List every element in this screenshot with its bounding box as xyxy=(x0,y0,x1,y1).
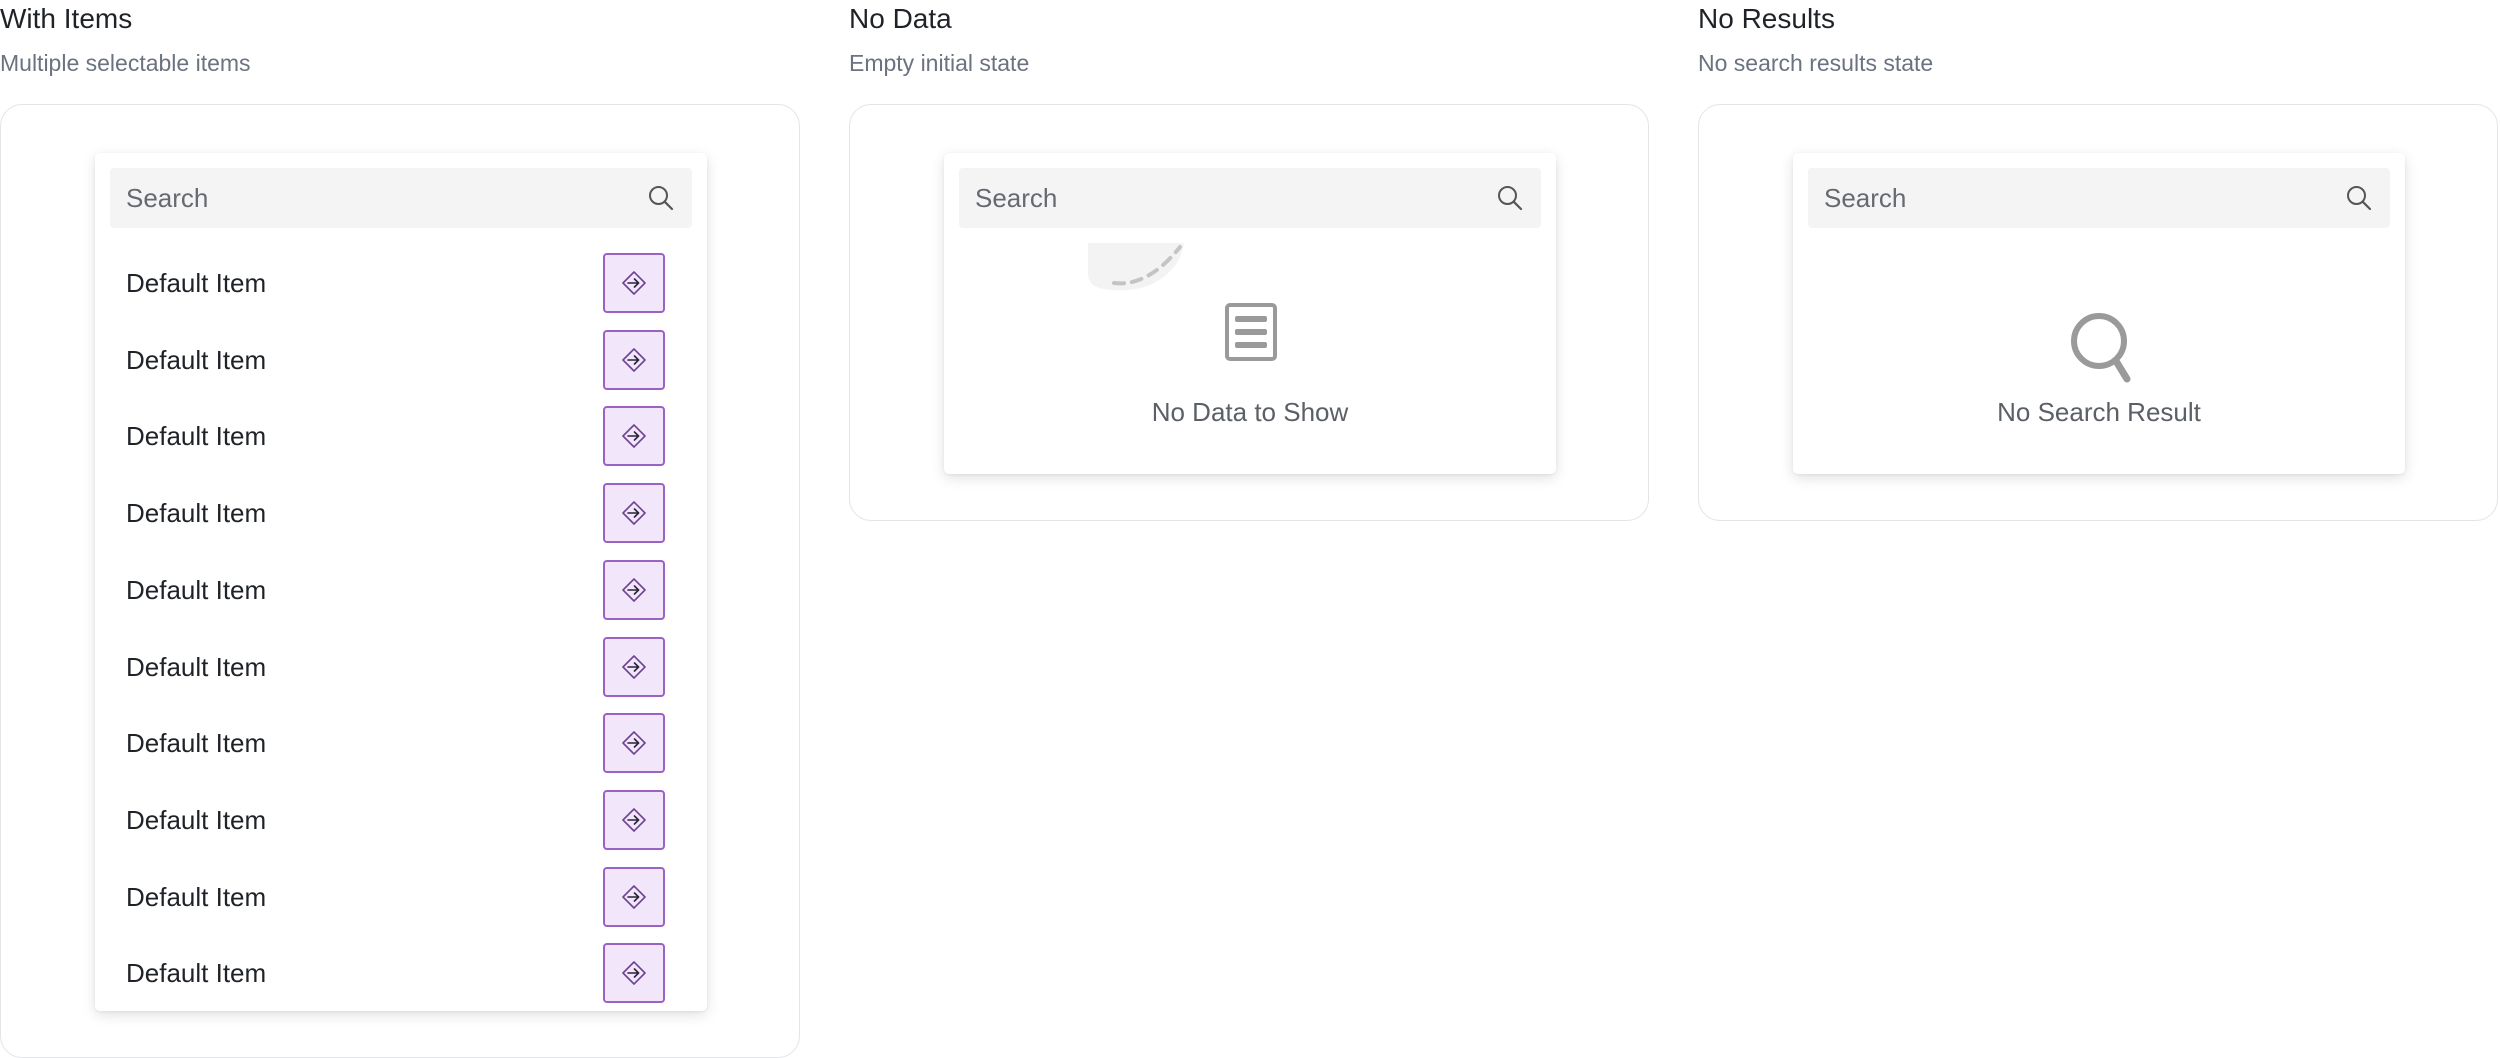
empty-state-message: No Search Result xyxy=(1997,397,2201,427)
document-lines-icon xyxy=(1225,303,1277,361)
select-item-button[interactable] xyxy=(603,866,665,927)
list-item[interactable]: Default Item xyxy=(95,398,707,474)
list-item-label: Default Item xyxy=(126,804,267,835)
list-item[interactable]: Default Item xyxy=(95,859,707,935)
list-item-label: Default Item xyxy=(126,421,267,452)
column-no-results: No Results No search results state No Se… xyxy=(1698,0,2500,521)
search-input[interactable] xyxy=(1808,168,2328,228)
arrow-enter-icon xyxy=(622,501,646,525)
arrow-enter-icon xyxy=(622,884,646,909)
select-item-button[interactable] xyxy=(603,789,665,850)
section-subtitle: No search results state xyxy=(1698,50,1934,76)
empty-panel: No Search Result xyxy=(1793,153,2405,474)
search-box xyxy=(1808,168,2390,228)
list-item-label: Default Item xyxy=(126,574,267,605)
column-no-data: No Data Empty initial state Search No Da… xyxy=(849,0,1651,521)
select-item-button[interactable] xyxy=(603,329,665,390)
list-item[interactable]: Default Item xyxy=(95,629,707,705)
loading-spinner-icon xyxy=(1088,243,1184,291)
list-item-label: Default Item xyxy=(126,958,267,989)
empty-state-message: No Data to Show xyxy=(1151,397,1349,427)
list-item[interactable]: Default Item xyxy=(95,935,707,1011)
select-item-button[interactable] xyxy=(603,253,665,313)
preview-frame: Default Item Default Item Default Item Defa… xyxy=(0,104,800,1058)
list-item[interactable]: Default Item xyxy=(95,475,707,551)
search-input[interactable] xyxy=(959,168,1479,228)
preview-frame: No Data to Show xyxy=(849,104,1649,521)
list-item[interactable]: Default Item xyxy=(95,245,707,321)
select-item-button[interactable] xyxy=(603,713,665,774)
select-item-button[interactable] xyxy=(603,406,665,467)
search-icon[interactable] xyxy=(1495,183,1525,213)
list-item-label: Default Item xyxy=(126,498,267,529)
arrow-enter-icon xyxy=(622,808,646,832)
section-title: With Items xyxy=(0,3,133,34)
search-icon[interactable] xyxy=(646,183,676,213)
select-item-button[interactable] xyxy=(603,483,665,544)
section-subtitle: Multiple selectable items xyxy=(0,50,251,76)
arrow-enter-icon xyxy=(622,424,646,449)
arrow-enter-icon xyxy=(622,577,646,602)
search-box xyxy=(110,168,692,228)
section-title: No Data xyxy=(849,3,952,34)
arrow-enter-icon xyxy=(622,961,646,986)
list-item-label: Default Item xyxy=(126,268,267,298)
arrow-enter-icon xyxy=(622,347,646,372)
list-item[interactable]: Default Item xyxy=(95,782,707,858)
search-input[interactable] xyxy=(110,168,630,228)
section-subtitle: Empty initial state xyxy=(849,50,1030,76)
list-item[interactable]: Default Item xyxy=(95,705,707,781)
arrow-enter-icon xyxy=(622,731,646,755)
preview-frame: No Search Result xyxy=(1698,104,2498,521)
list-item-label: Default Item xyxy=(126,651,267,682)
list-item-label: Default Item xyxy=(126,344,267,375)
list-item[interactable]: Default Item xyxy=(95,322,707,398)
arrow-enter-icon xyxy=(622,654,646,679)
list-item-label: Default Item xyxy=(126,728,267,759)
search-icon[interactable] xyxy=(2344,183,2374,213)
empty-panel: No Data to Show xyxy=(944,153,1556,474)
list-item-label: Default Item xyxy=(126,881,267,912)
list-panel: Default Item Default Item Default Item Defa… xyxy=(95,153,707,1011)
column-with-items: With Items Multiple selectable items Def… xyxy=(0,0,802,1058)
list-item[interactable]: Default Item xyxy=(95,552,707,628)
search-box xyxy=(959,168,1541,228)
section-title: No Results xyxy=(1698,3,1835,34)
magnifier-icon xyxy=(2071,313,2131,383)
select-item-button[interactable] xyxy=(603,559,665,620)
select-item-button[interactable] xyxy=(603,636,665,697)
arrow-enter-icon xyxy=(622,271,646,295)
select-item-button[interactable] xyxy=(603,943,665,1004)
